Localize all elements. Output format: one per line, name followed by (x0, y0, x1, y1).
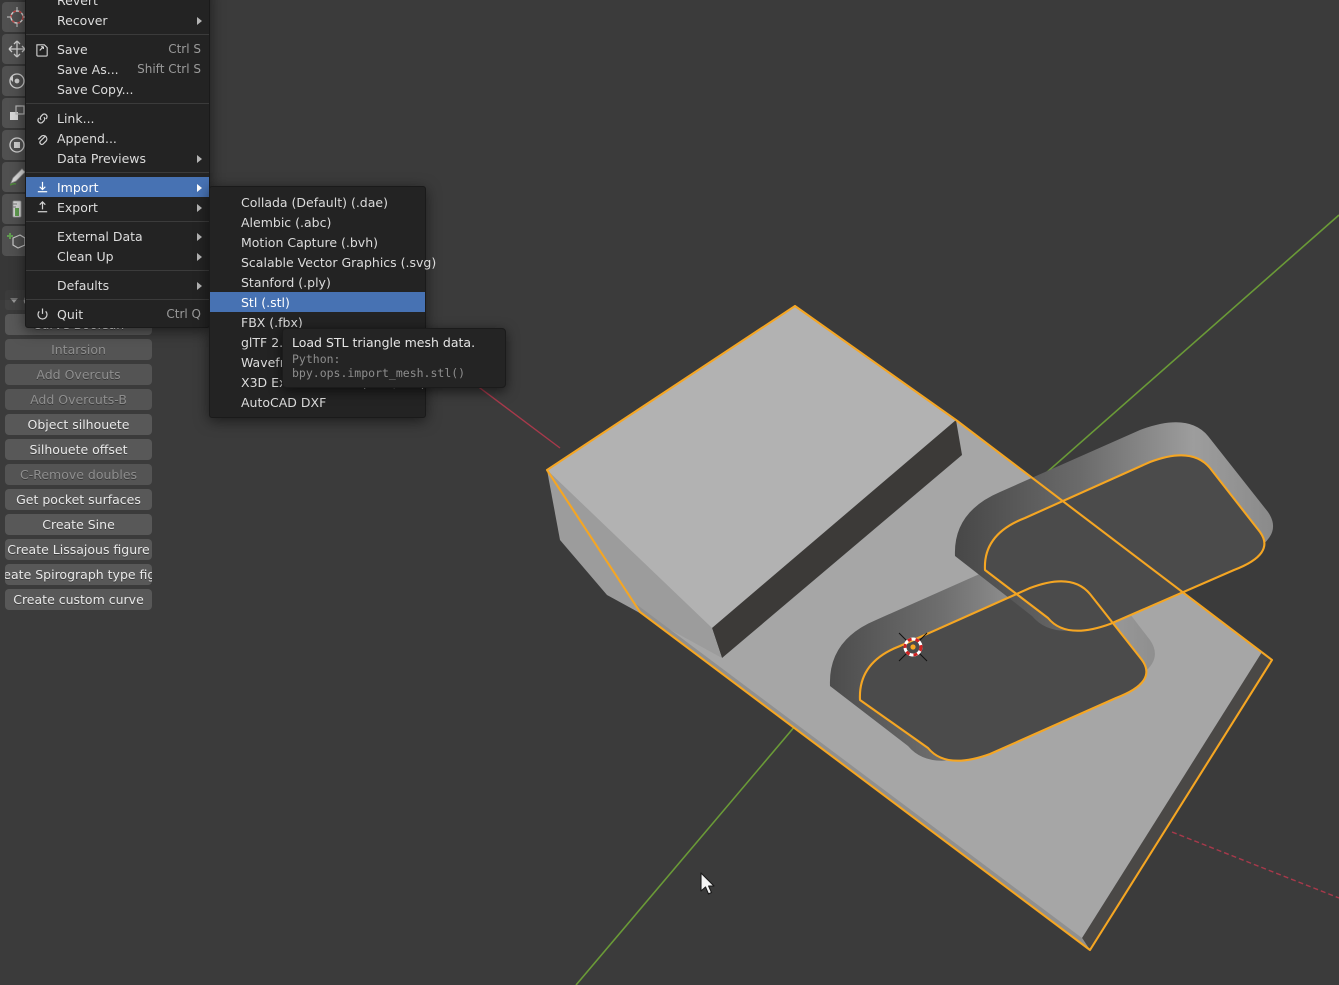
import-item-alembic[interactable]: Alembic (.abc) (210, 212, 425, 232)
import-icon (34, 179, 50, 195)
add-overcuts-b-button[interactable]: Add Overcuts-B (5, 389, 152, 410)
menu-item-label: External Data (57, 229, 143, 244)
menu-item-defaults[interactable]: Defaults (26, 275, 209, 295)
cursor-icon (7, 7, 27, 27)
menu-item-label: Recover (57, 13, 108, 28)
menu-separator (26, 103, 209, 104)
chevron-right-icon (197, 253, 202, 261)
menu-item-shortcut: Ctrl Q (166, 307, 201, 321)
menu-item-label: Export (57, 200, 98, 215)
menu-item-label: Defaults (57, 278, 109, 293)
paperclip-icon (34, 130, 50, 146)
import-item-motion-capture[interactable]: Motion Capture (.bvh) (210, 232, 425, 252)
create-lissajous-figure-button[interactable]: Create Lissajous figure (5, 539, 152, 560)
move-icon (7, 39, 27, 59)
chevron-right-icon (197, 233, 202, 241)
menu-separator (26, 172, 209, 173)
tooltip-description: Load STL triangle mesh data. (292, 335, 496, 350)
chevron-right-icon (197, 282, 202, 290)
menu-item-external-data[interactable]: External Data (26, 226, 209, 246)
power-icon (34, 306, 50, 322)
intarsion-button[interactable]: Intarsion (5, 339, 152, 360)
measure-ruler-icon (7, 199, 27, 219)
create-custom-curve-button[interactable]: Create custom curve (5, 589, 152, 610)
menu-separator (26, 299, 209, 300)
menu-item-revert[interactable]: Revert (26, 0, 209, 10)
menu-item-label: Data Previews (57, 151, 146, 166)
export-icon (34, 199, 50, 215)
import-item-stanford-ply[interactable]: Stanford (.ply) (210, 272, 425, 292)
get-pocket-surfaces-button[interactable]: Get pocket surfaces (5, 489, 152, 510)
chevron-right-icon (197, 17, 202, 25)
import-item-collada[interactable]: Collada (Default) (.dae) (210, 192, 425, 212)
menu-item-label: Save (57, 42, 88, 57)
import-item-svg[interactable]: Scalable Vector Graphics (.svg) (210, 252, 425, 272)
menu-item-import[interactable]: Import (26, 177, 209, 197)
menu-item-append[interactable]: Append... (26, 128, 209, 148)
menu-item-quit[interactable]: Quit Ctrl Q (26, 304, 209, 324)
object-silhouete-button[interactable]: Object silhouete (5, 414, 152, 435)
chevron-right-icon (197, 204, 202, 212)
blender-window: Curve CAD Tools Curve Boolean Intarsion … (0, 0, 1339, 985)
menu-item-label: Clean Up (57, 249, 114, 264)
menu-item-data-previews[interactable]: Data Previews (26, 148, 209, 168)
menu-separator (26, 270, 209, 271)
menu-item-label: Save As... (57, 62, 119, 77)
import-item-stl[interactable]: Stl (.stl) (210, 292, 425, 312)
link-icon (34, 110, 50, 126)
save-icon (34, 41, 50, 57)
scale-icon (7, 103, 27, 123)
menu-separator (26, 34, 209, 35)
menu-item-save-copy[interactable]: Save Copy... (26, 79, 209, 99)
create-sine-button[interactable]: Create Sine (5, 514, 152, 535)
tooltip-python-expression: bpy.ops.import_mesh.stl() (292, 366, 465, 380)
menu-item-shortcut: Ctrl S (168, 42, 201, 56)
menu-item-label: Save Copy... (57, 82, 134, 97)
menu-item-label: Append... (57, 131, 117, 146)
menu-item-label: Link... (57, 111, 95, 126)
transform-icon (7, 135, 27, 155)
menu-item-link[interactable]: Link... (26, 108, 209, 128)
curve-cad-tools-panel[interactable]: Curve CAD Tools Curve Boolean Intarsion … (0, 290, 157, 622)
import-item-autocad-dxf[interactable]: AutoCAD DXF (210, 392, 425, 412)
chevron-right-icon (197, 155, 202, 163)
chevron-right-icon (197, 184, 202, 192)
menu-item-shortcut: Shift Ctrl S (137, 62, 201, 76)
c-remove-doubles-button[interactable]: C-Remove doubles (5, 464, 152, 485)
menu-item-save[interactable]: Save Ctrl S (26, 39, 209, 59)
menu-item-label: Revert (57, 0, 98, 8)
menu-item-save-as[interactable]: Save As... Shift Ctrl S (26, 59, 209, 79)
tooltip-python-line: Python: bpy.ops.import_mesh.stl() (292, 352, 496, 380)
create-spirograph-figure-button[interactable]: Create Spirograph type fig... (5, 564, 152, 585)
add-overcuts-button[interactable]: Add Overcuts (5, 364, 152, 385)
menu-item-label: Quit (57, 307, 83, 322)
annotate-pencil-icon (7, 167, 27, 187)
mouse-pointer-icon (699, 872, 717, 902)
rotate-icon (7, 71, 27, 91)
menu-item-clean-up[interactable]: Clean Up (26, 246, 209, 266)
tooltip: Load STL triangle mesh data. Python: bpy… (282, 328, 506, 388)
menu-item-label: Import (57, 180, 99, 195)
menu-separator (26, 221, 209, 222)
silhouete-offset-button[interactable]: Silhouete offset (5, 439, 152, 460)
3d-cursor (897, 631, 929, 667)
menu-item-recover[interactable]: Recover (26, 10, 209, 30)
file-menu[interactable]: Revert Recover Save Ctrl S Save As... Sh… (25, 0, 210, 328)
tooltip-python-label: Python: (292, 352, 340, 366)
menu-item-export[interactable]: Export (26, 197, 209, 217)
